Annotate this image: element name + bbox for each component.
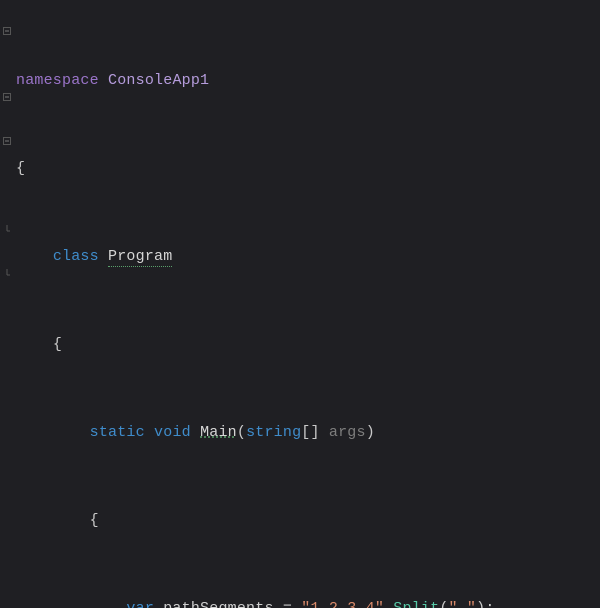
string-arg: "," [449, 600, 477, 608]
fold-close-icon[interactable] [2, 224, 12, 234]
brackets: [] [301, 424, 319, 441]
code-line[interactable]: namespace ConsoleApp1 [16, 70, 600, 92]
keyword-namespace: namespace [16, 72, 99, 89]
param-name: args [329, 424, 366, 441]
keyword-var: var [126, 600, 154, 608]
code-area[interactable]: namespace ConsoleApp1 { class Program { … [14, 0, 600, 608]
keyword-void: void [154, 424, 191, 441]
open-paren: ( [439, 600, 448, 608]
keyword-class: class [53, 248, 99, 265]
code-line[interactable]: { [16, 334, 600, 356]
code-line[interactable]: { [16, 158, 600, 180]
code-line[interactable]: class Program [16, 246, 600, 268]
fold-close-icon[interactable] [2, 268, 12, 278]
dot: . [384, 600, 393, 608]
class-name: Program [108, 248, 172, 267]
fold-open-icon[interactable] [2, 92, 12, 102]
keyword-static: static [90, 424, 145, 441]
operator-equals: = [283, 600, 292, 608]
gutter [0, 0, 14, 608]
string-literal: "1,2,3,4" [301, 600, 384, 608]
close-paren: ) [476, 600, 485, 608]
method-call: Split [393, 600, 439, 608]
semicolon: ; [485, 600, 494, 608]
fold-open-icon[interactable] [2, 136, 12, 146]
param-type: string [246, 424, 301, 441]
open-brace: { [90, 512, 99, 529]
open-brace: { [53, 336, 62, 353]
variable-name: pathSegments [163, 600, 273, 608]
code-line[interactable]: var pathSegments = "1,2,3,4".Split(","); [16, 598, 600, 608]
method-name: Main [200, 424, 237, 441]
fold-open-icon[interactable] [2, 26, 12, 36]
code-line[interactable]: static void Main(string[] args) [16, 422, 600, 444]
namespace-name: ConsoleApp1 [108, 72, 209, 89]
open-brace: { [16, 160, 25, 177]
code-line[interactable]: { [16, 510, 600, 532]
close-paren: ) [366, 424, 375, 441]
open-paren: ( [237, 424, 246, 441]
code-editor[interactable]: namespace ConsoleApp1 { class Program { … [0, 0, 600, 608]
